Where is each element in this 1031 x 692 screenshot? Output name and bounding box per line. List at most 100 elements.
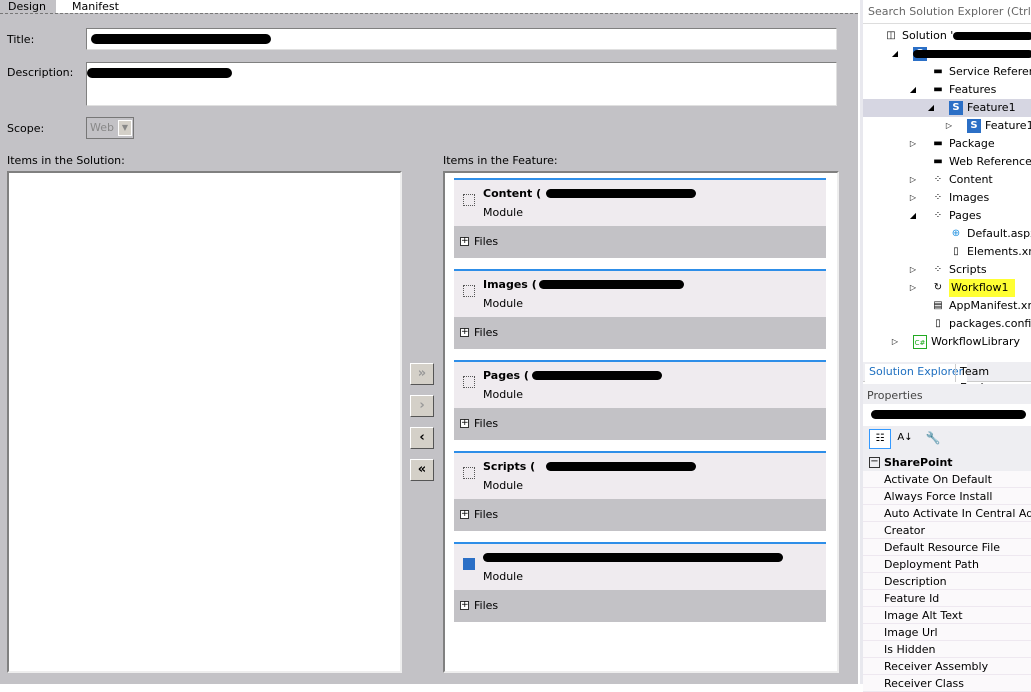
tree-item[interactable]: ▷ S Feature1.fe	[863, 117, 1031, 135]
tree-item[interactable]: ◢ ▬ Features	[863, 81, 1031, 99]
tree-item[interactable]: ◢ ⁘ Pages	[863, 207, 1031, 225]
tree-item[interactable]: ◫ Solution '	[863, 27, 1031, 45]
categorized-icon[interactable]: ☷	[869, 429, 891, 449]
expand-arrow-icon[interactable]: ▷	[908, 189, 918, 207]
scope-dropdown[interactable]: Web ▼	[86, 117, 134, 139]
module-icon: ⁘	[933, 210, 943, 221]
description-label: Description:	[7, 66, 74, 79]
add-all-button[interactable]: »	[410, 363, 434, 385]
sharepoint-icon	[463, 558, 475, 570]
tree-item[interactable]: ▯ packages.config	[863, 315, 1031, 333]
property-row[interactable]: Description	[863, 573, 1031, 590]
tree-item[interactable]: ▷ ⁘ Scripts	[863, 261, 1031, 279]
module-icon: ⁘	[933, 264, 943, 275]
module-icon	[463, 285, 475, 297]
alphabetical-sort-icon[interactable]: A↓	[895, 429, 915, 449]
expand-plus-icon[interactable]: +	[460, 601, 469, 610]
feature-designer: Manifest Design Title: Description: Scop…	[0, 0, 858, 684]
expand-arrow-icon[interactable]: ▷	[908, 135, 918, 153]
collapse-arrow-icon[interactable]: ◢	[926, 99, 936, 117]
tree-item[interactable]: ▯ Elements.xml	[863, 243, 1031, 261]
tree-item[interactable]: ▷ ⁘ Images	[863, 189, 1031, 207]
files-expander[interactable]: + Files	[454, 408, 826, 440]
scope-label: Scope:	[7, 122, 45, 135]
tree-item-label: Solution '	[902, 29, 954, 42]
tree-item[interactable]: ▬ Service References	[863, 63, 1031, 81]
feature-item-card[interactable]: Scripts ( Module + Files	[454, 451, 826, 532]
property-row[interactable]: Is Hidden	[863, 641, 1031, 658]
tab-design[interactable]: Design	[0, 0, 54, 13]
property-row[interactable]: Activate On Default	[863, 471, 1031, 488]
files-expander[interactable]: + Files	[454, 499, 826, 531]
feature-icon: S	[949, 101, 963, 115]
tree-item[interactable]: ▤ AppManifest.xml	[863, 297, 1031, 315]
tab-solution-explorer[interactable]: Solution Explorer	[865, 364, 968, 382]
files-expander[interactable]: + Files	[454, 317, 826, 349]
expand-plus-icon[interactable]: +	[460, 328, 469, 337]
feature-item-name: Content (	[483, 187, 542, 200]
workflow-icon: ↻	[933, 282, 943, 293]
files-expander[interactable]: + Files	[454, 226, 826, 258]
tab-team-explorer[interactable]: Team Explorer	[955, 364, 1031, 394]
expand-arrow-icon[interactable]: ▷	[908, 171, 918, 189]
search-solution-explorer-input[interactable]: Search Solution Explorer (Ctrl+ü	[863, 0, 1031, 24]
tree-item[interactable]: ◢ S Feature1	[863, 99, 1031, 117]
expand-plus-icon[interactable]: +	[460, 419, 469, 428]
tree-item[interactable]: ▷ ▬ Package	[863, 135, 1031, 153]
property-row[interactable]: Creator	[863, 522, 1031, 539]
expand-plus-icon[interactable]: +	[460, 510, 469, 519]
redaction	[871, 410, 1026, 419]
tree-item[interactable]: ▷ C# WorkflowLibrary	[863, 333, 1031, 351]
property-pages-wrench-icon[interactable]: 🔧	[923, 429, 943, 449]
property-row[interactable]: Image Alt Text	[863, 607, 1031, 624]
expand-arrow-icon[interactable]: ▷	[908, 279, 918, 297]
files-expander[interactable]: + Files	[454, 590, 826, 622]
redaction	[546, 189, 696, 198]
solution-items-list[interactable]	[7, 171, 402, 673]
feature-item-card[interactable]: Content ( Module + Files	[454, 178, 826, 259]
property-row[interactable]: Feature Id	[863, 590, 1031, 607]
feature-item-type: Module	[483, 570, 523, 583]
property-row[interactable]: Always Force Install	[863, 488, 1031, 505]
expand-plus-icon[interactable]: +	[460, 237, 469, 246]
property-row[interactable]: Image Url	[863, 624, 1031, 641]
tree-item-label: packages.config	[949, 317, 1031, 330]
tree-item-label: Scripts	[949, 263, 987, 276]
tree-item-label: Content	[949, 173, 993, 186]
module-icon	[463, 376, 475, 388]
tree-item[interactable]: ▬ Web References	[863, 153, 1031, 171]
web-page-icon: ⊕	[951, 228, 961, 239]
chevron-down-icon[interactable]: ▼	[118, 120, 132, 136]
remove-button[interactable]: ‹	[410, 427, 434, 449]
tree-item-label: Elements.xml	[967, 245, 1031, 258]
feature-item-card[interactable]: Pages ( Module + Files	[454, 360, 826, 441]
collapse-arrow-icon[interactable]: ◢	[890, 45, 900, 63]
module-icon: ⁘	[933, 192, 943, 203]
tab-label: Design	[8, 0, 46, 13]
tree-item[interactable]: ▷ ⁘ Content	[863, 171, 1031, 189]
add-button[interactable]: ›	[410, 395, 434, 417]
expand-arrow-icon[interactable]: ▷	[908, 261, 918, 279]
expand-arrow-icon[interactable]: ▷	[890, 333, 900, 351]
remove-all-button[interactable]: «	[410, 459, 434, 481]
tree-item[interactable]: ◢S	[863, 45, 1031, 63]
property-row[interactable]: Auto Activate In Central Adm	[863, 505, 1031, 522]
feature-item-card[interactable]: Module + Files	[454, 542, 826, 623]
collapse-arrow-icon[interactable]: ◢	[908, 81, 918, 99]
properties-object-selector[interactable]	[863, 404, 1031, 426]
property-row[interactable]: Receiver Assembly	[863, 658, 1031, 675]
tab-manifest[interactable]: Manifest	[56, 0, 858, 13]
csharp-project-icon: C#	[913, 335, 927, 349]
property-row[interactable]: Deployment Path	[863, 556, 1031, 573]
tree-item[interactable]: ⊕ Default.aspx	[863, 225, 1031, 243]
tree-item-label: Feature1	[967, 101, 1016, 114]
description-input[interactable]	[86, 62, 837, 106]
collapse-arrow-icon[interactable]: ◢	[908, 207, 918, 225]
tree-item[interactable]: ▷ ↻ Workflow1	[863, 279, 1031, 297]
feature-item-card[interactable]: Images ( Module + Files	[454, 269, 826, 350]
expand-arrow-icon[interactable]: ▷	[944, 117, 954, 135]
title-input[interactable]	[86, 28, 837, 50]
property-row[interactable]: Default Resource File	[863, 539, 1031, 556]
collapse-icon[interactable]: −	[869, 457, 880, 468]
feature-items-label: Items in the Feature:	[443, 154, 558, 167]
